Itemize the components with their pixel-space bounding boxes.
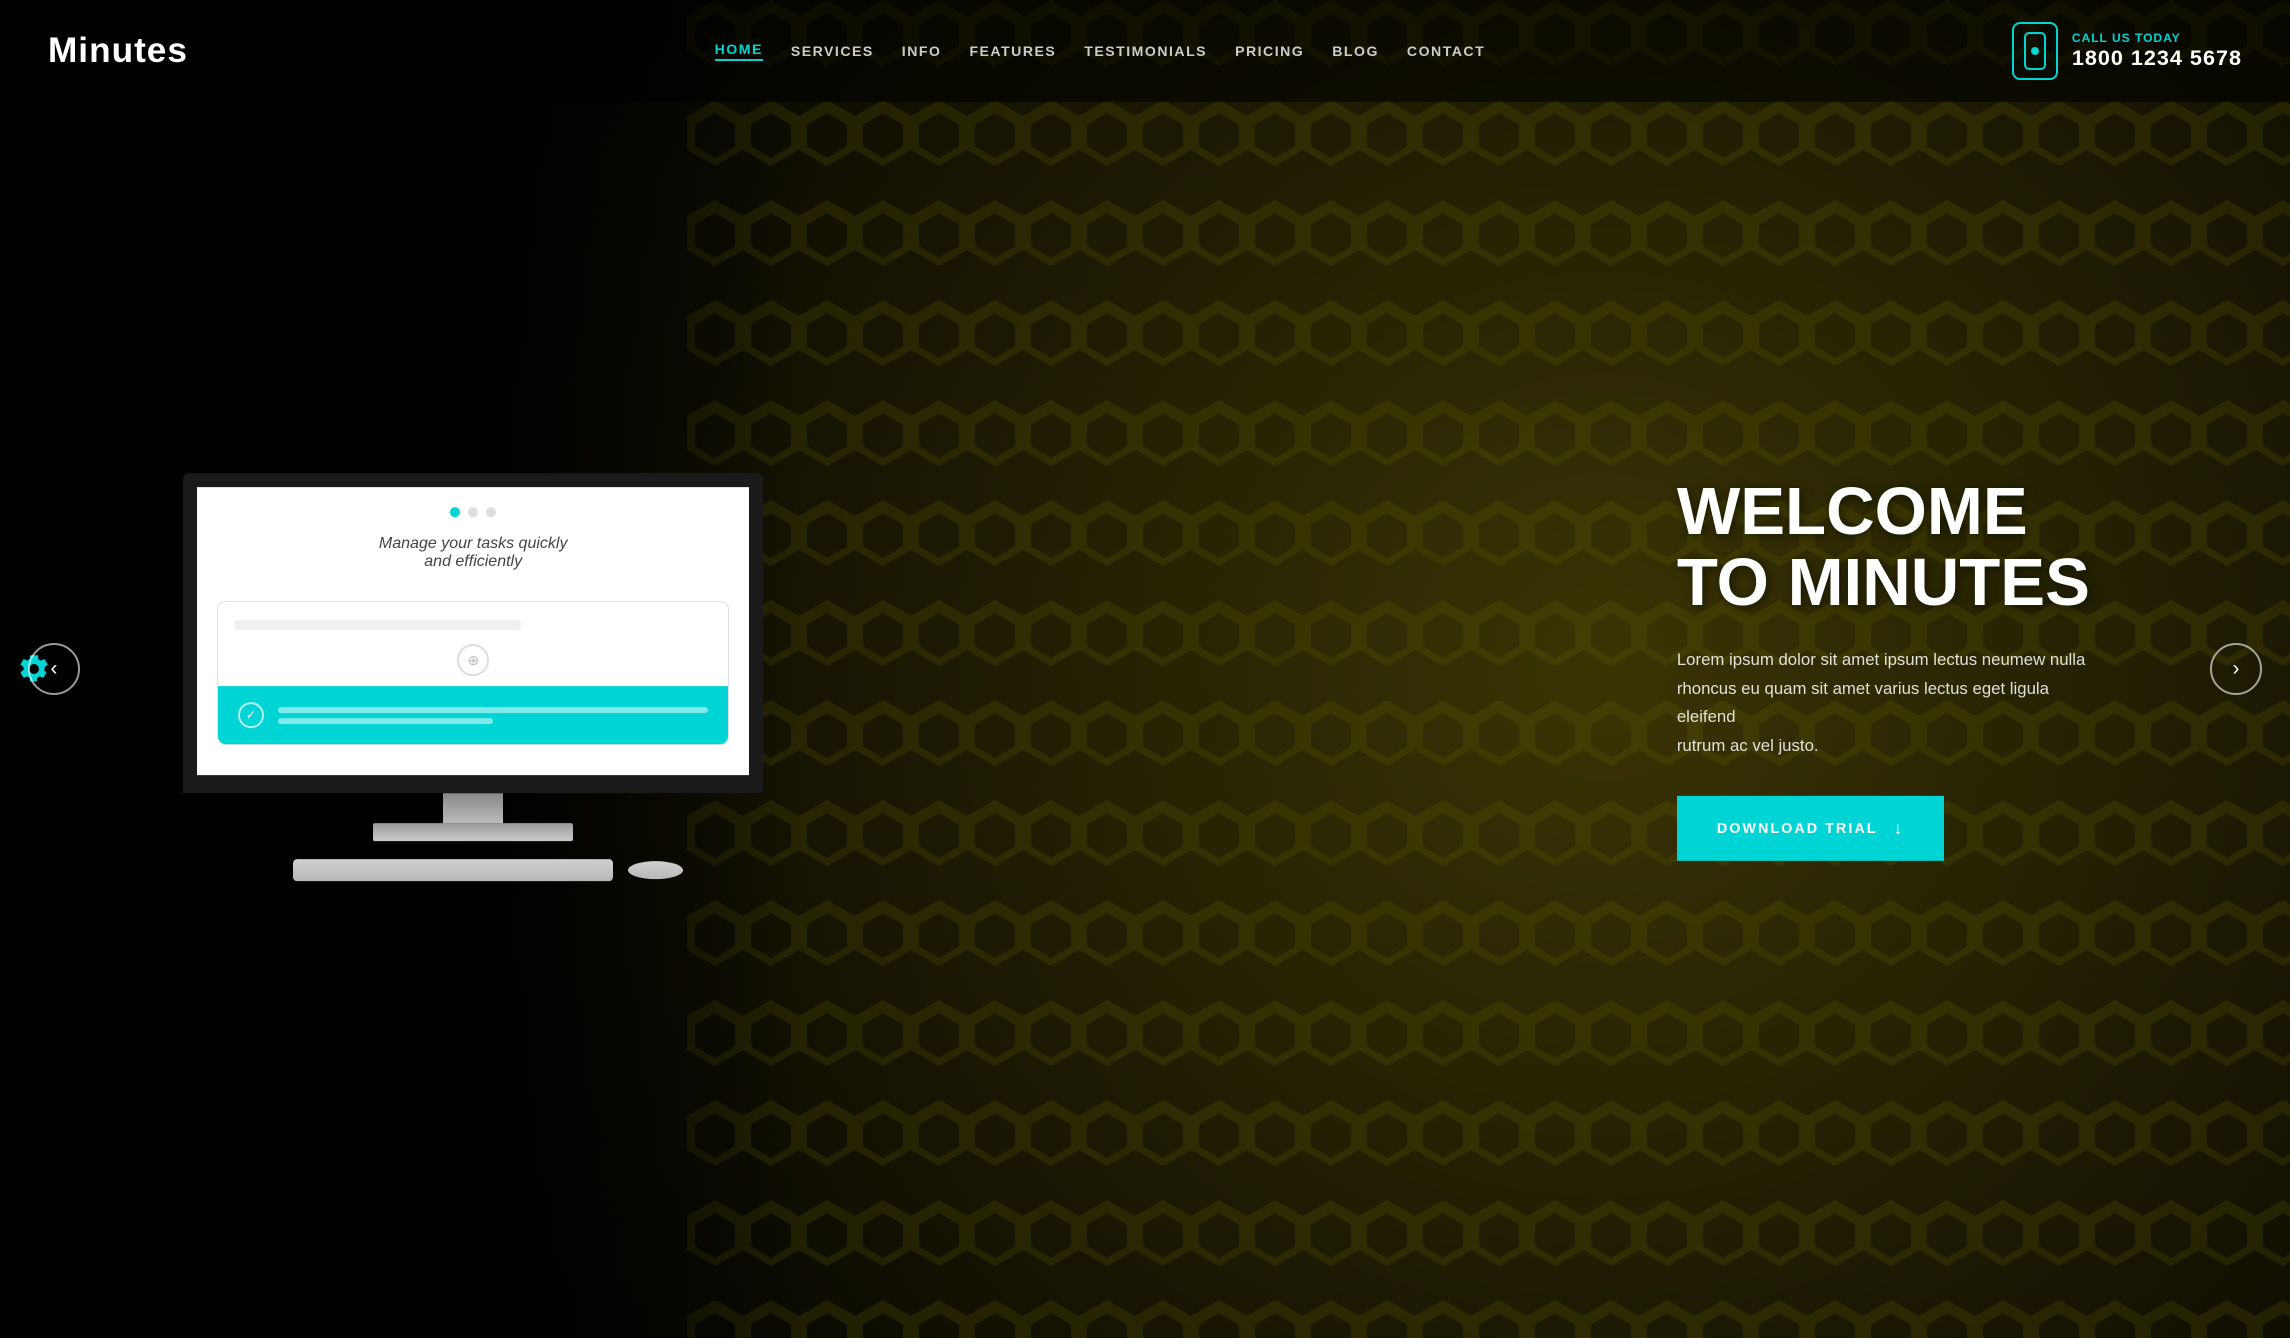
- nav-services[interactable]: SERVICES: [791, 43, 874, 59]
- nav-pricing[interactable]: PRICING: [1235, 43, 1304, 59]
- nav-contact[interactable]: CONTACT: [1407, 43, 1485, 59]
- nav-features[interactable]: FEATURES: [969, 43, 1056, 59]
- phone-icon: [2024, 32, 2046, 70]
- screen-card: ⊕ ✓: [217, 601, 729, 745]
- hero-content: WELCOME TO MINUTES Lorem ipsum dolor sit…: [1677, 477, 2107, 861]
- navigation: HOME SERVICES INFO FEATURES TESTIMONIALS…: [715, 41, 1486, 61]
- dot-2: [468, 507, 478, 517]
- call-number: 1800 1234 5678: [2072, 45, 2242, 71]
- download-btn-label: DOWNLOAD TRIAL: [1717, 821, 1878, 837]
- header: Minutes HOME SERVICES INFO FEATURES TEST…: [0, 0, 2290, 102]
- hero-title: WELCOME TO MINUTES: [1677, 477, 2107, 618]
- keyboard: [293, 859, 613, 881]
- nav-blog[interactable]: BLOG: [1332, 43, 1379, 59]
- monitor-neck: [443, 793, 503, 823]
- monitor-foot: [373, 823, 573, 841]
- monitor-screen: Manage your tasks quicklyand efficiently…: [183, 473, 763, 793]
- card-circle: ⊕: [457, 644, 489, 676]
- cta-check-icon: ✓: [238, 702, 264, 728]
- logo: Minutes: [48, 31, 188, 71]
- nav-testimonials[interactable]: TESTIMONIALS: [1084, 43, 1207, 59]
- cta-lines: [278, 707, 708, 724]
- monitor-base: [183, 793, 763, 881]
- hero-title-line1: WELCOME: [1677, 474, 2028, 549]
- carousel-prev-button[interactable]: ‹: [28, 643, 80, 695]
- hero-description: Lorem ipsum dolor sit amet ipsum lectus …: [1677, 646, 2107, 760]
- cta-line-1: [278, 707, 708, 713]
- screen-headline: Manage your tasks quicklyand efficiently: [217, 535, 729, 571]
- monitor-mockup: Manage your tasks quicklyand efficiently…: [183, 473, 763, 881]
- card-line: [234, 620, 521, 630]
- dot-3: [486, 507, 496, 517]
- dot-1: [450, 507, 460, 517]
- screen-cta: ✓: [218, 686, 728, 744]
- download-trial-button[interactable]: DOWNLOAD TRIAL ↓: [1677, 796, 1945, 861]
- hero-section: Minutes HOME SERVICES INFO FEATURES TEST…: [0, 0, 2290, 1338]
- phone-icon-wrap: [2012, 22, 2058, 80]
- screen-dots: [217, 507, 729, 517]
- call-area: CALL US TODAY 1800 1234 5678: [2012, 22, 2242, 80]
- nav-home[interactable]: HOME: [715, 41, 763, 61]
- hero-title-line2: TO MINUTES: [1677, 544, 2090, 619]
- cta-line-2: [278, 718, 493, 724]
- call-text: CALL US TODAY 1800 1234 5678: [2072, 31, 2242, 71]
- nav-info[interactable]: INFO: [902, 43, 942, 59]
- download-icon: ↓: [1894, 818, 1905, 839]
- carousel-next-button[interactable]: ›: [2210, 643, 2262, 695]
- call-label: CALL US TODAY: [2072, 31, 2242, 45]
